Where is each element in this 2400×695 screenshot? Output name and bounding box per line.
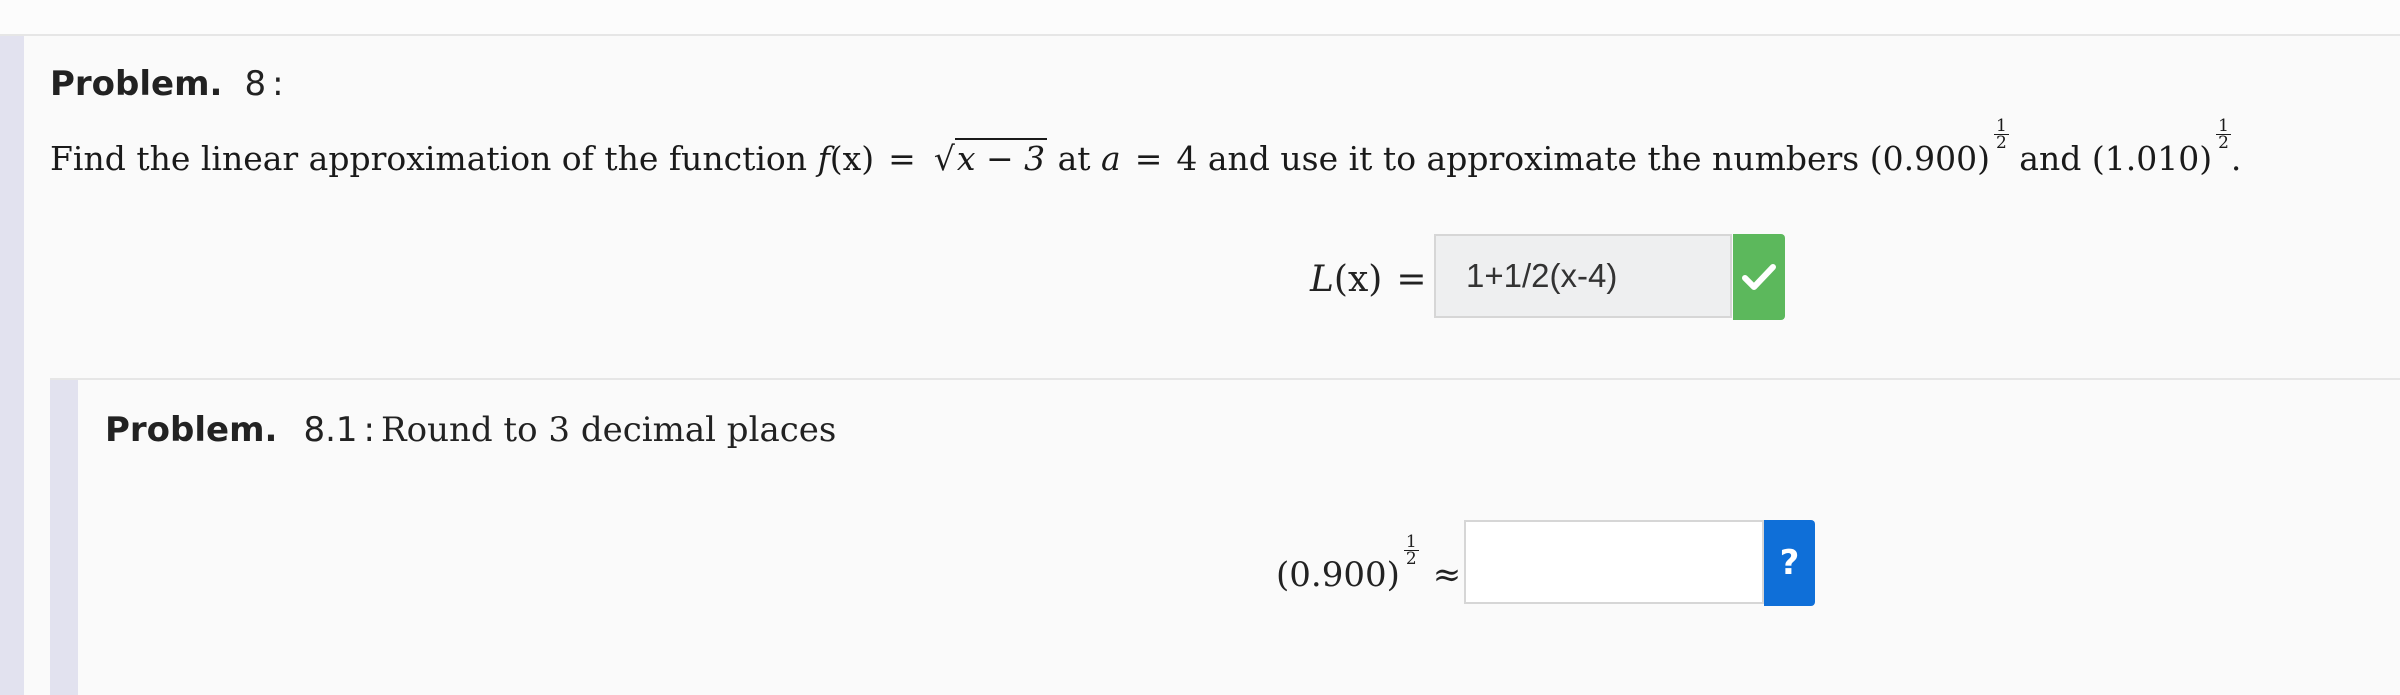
- subproblem-answer-input[interactable]: [1464, 520, 1764, 604]
- l-var: (x): [1333, 259, 1383, 300]
- use-text: and use it to approximate the numbers: [1207, 139, 1860, 178]
- subproblem-number: 8.1: [303, 410, 358, 450]
- exponent-2: 12: [2216, 116, 2231, 153]
- a-value: 4: [1176, 139, 1198, 178]
- subproblem-expression: (0.900) 1 2 ≈: [1276, 534, 1475, 603]
- linear-approx-label: L(x) =: [1310, 252, 1440, 308]
- subproblem-side-bar: [50, 380, 78, 695]
- expr-exponent: 12: [1403, 532, 1419, 569]
- problem-colon: :: [272, 64, 284, 104]
- subproblem-heading: Problem. 8.1: Round to 3 decimal places: [105, 405, 836, 455]
- statement-lead: Find the linear approximation of the fun…: [50, 139, 808, 178]
- radicand: x − 3: [954, 138, 1048, 178]
- subproblem-keyword: Problem.: [105, 410, 278, 450]
- correct-status-button[interactable]: [1733, 234, 1785, 320]
- period: .: [2230, 139, 2242, 178]
- number-2: (1.010): [2091, 139, 2213, 178]
- l-func: L: [1310, 259, 1334, 300]
- linear-approx-answer-field[interactable]: 1+1/2(x-4): [1434, 234, 1732, 318]
- expr-base: (0.900): [1276, 555, 1400, 595]
- l-equals: =: [1396, 259, 1427, 300]
- sqrt-icon: √: [933, 139, 955, 178]
- problem-keyword: Problem.: [50, 64, 223, 104]
- approx-symbol: ≈: [1432, 555, 1462, 595]
- problem-side-bar: [0, 36, 24, 695]
- func-name: f: [817, 139, 830, 178]
- subproblem-colon: :: [363, 410, 375, 450]
- exponent-1: 12: [1993, 116, 2009, 153]
- sqrt-expression: √x − 3: [930, 131, 1048, 187]
- at-text: at: [1057, 139, 1091, 178]
- func-equals: =: [888, 139, 916, 178]
- problem-number: 8: [244, 64, 267, 104]
- a-variable: a: [1101, 139, 1121, 178]
- question-icon: ?: [1779, 543, 1800, 583]
- problem-heading: Problem. 8:: [50, 62, 284, 106]
- help-button[interactable]: ?: [1764, 520, 1815, 606]
- a-equals: =: [1134, 139, 1163, 178]
- problem-statement: Find the linear approximation of the fun…: [50, 118, 2241, 187]
- func-var: (x): [829, 139, 875, 178]
- and-text: and: [2019, 139, 2082, 178]
- subproblem-instruction: Round to 3 decimal places: [381, 410, 837, 450]
- number-1: (0.900): [1869, 139, 1990, 178]
- checkmark-icon: [1742, 264, 1776, 290]
